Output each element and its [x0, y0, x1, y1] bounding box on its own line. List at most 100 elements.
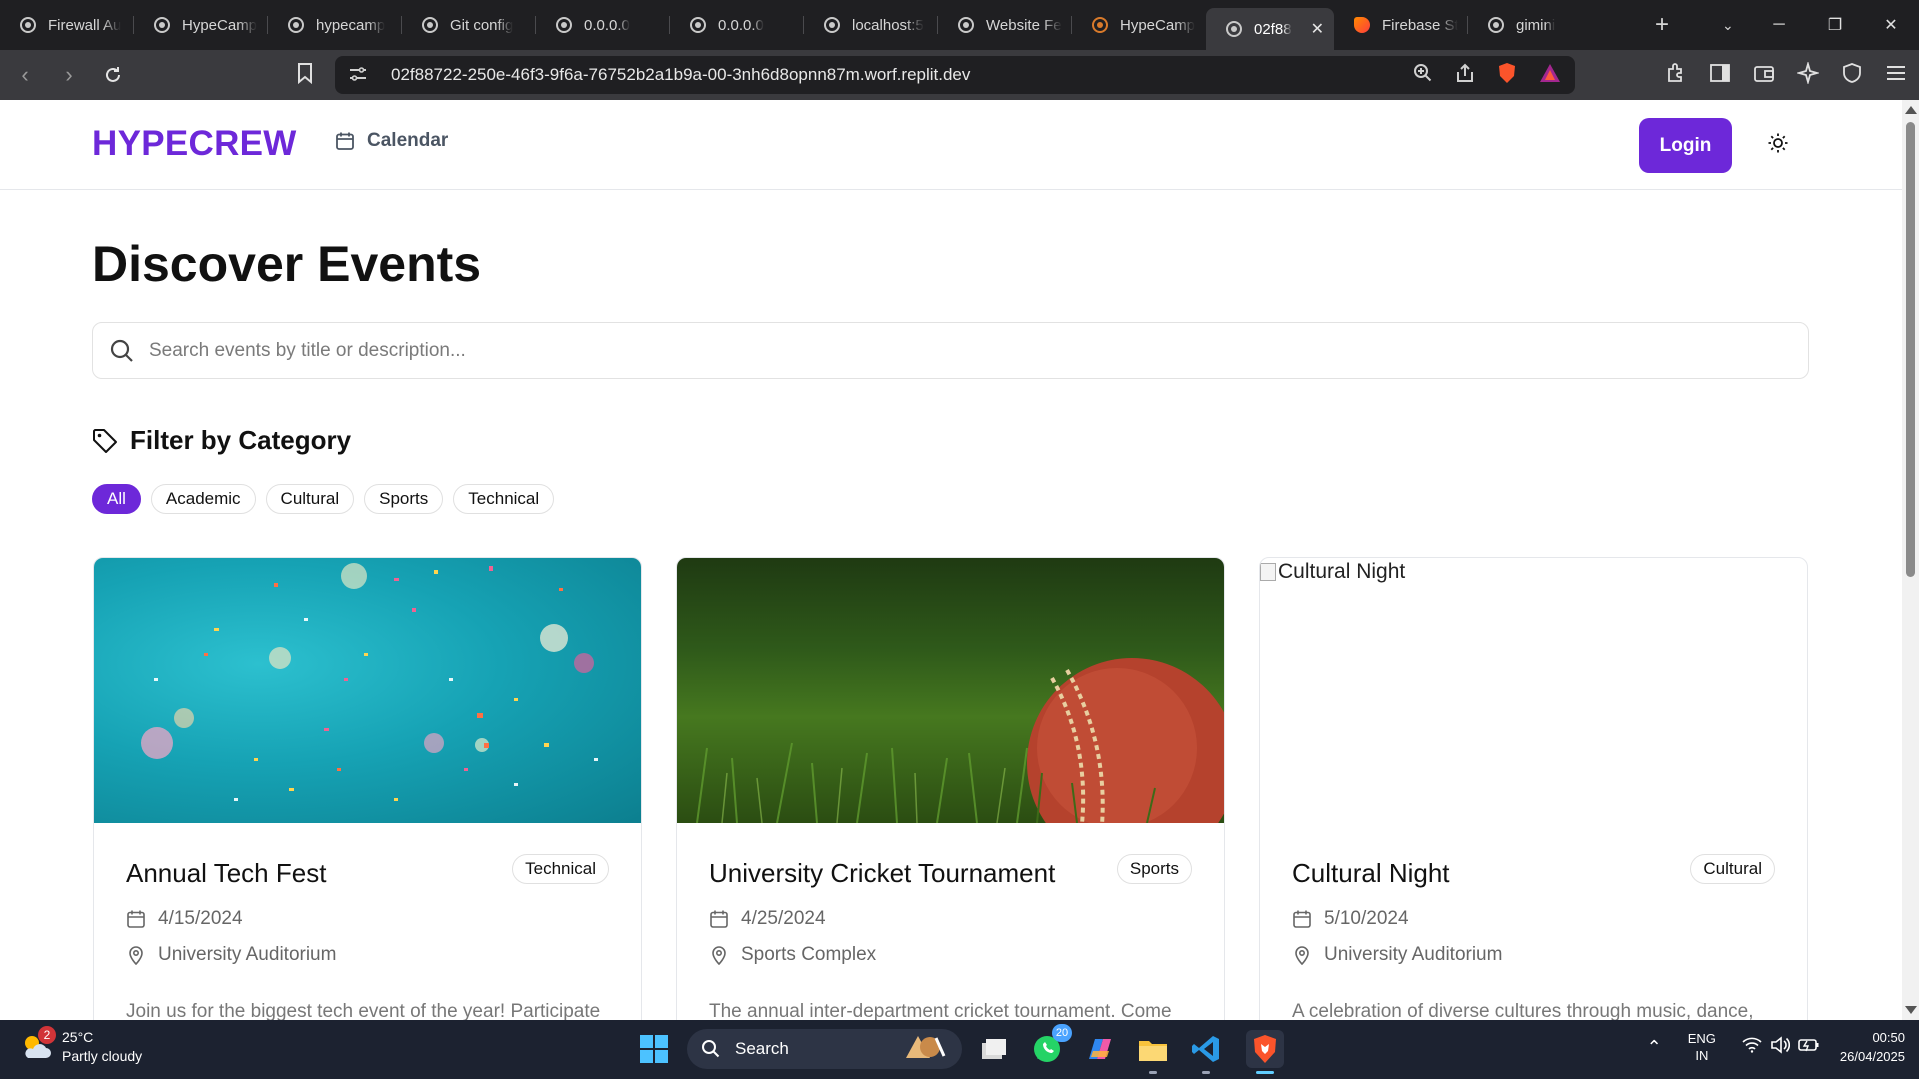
minimize-icon[interactable]: ─ — [1751, 0, 1807, 50]
theme-toggle-sun-icon[interactable] — [1767, 132, 1789, 159]
address-bar[interactable]: 02f88722-250e-46f3-9f6a-76752b2a1b9a-00-… — [335, 56, 1575, 94]
wifi-icon[interactable] — [1742, 1037, 1762, 1058]
vpn-icon[interactable] — [1841, 62, 1863, 89]
system-tray: ⌃ ENG IN 00:50 26/04/2025 — [1647, 1028, 1905, 1066]
window-controls: ─ ❐ ✕ — [1751, 0, 1919, 50]
clock-date: 26/04/2025 — [1839, 1049, 1905, 1064]
calendar-icon — [127, 910, 145, 928]
map-pin-icon — [1295, 946, 1309, 965]
menu-icon[interactable] — [1885, 62, 1907, 89]
browser-tab[interactable]: Firebase St — [1334, 0, 1468, 50]
brave-browser-icon[interactable] — [1246, 1030, 1284, 1074]
weather-widget[interactable]: 2 25°C Partly cloudy — [20, 1026, 143, 1066]
browser-tab[interactable]: HypeCamp — [1072, 0, 1206, 50]
taskbar-search-label: Search — [735, 1039, 789, 1058]
event-description: The annual inter-department cricket tour… — [709, 1001, 1172, 1020]
browser-tab[interactable]: Git config — [402, 0, 536, 50]
wallet-icon[interactable] — [1753, 62, 1775, 89]
browser-tab[interactable]: 0.0.0.0 — [670, 0, 804, 50]
close-tab-icon[interactable]: ✕ — [1311, 19, 1324, 39]
event-card[interactable]: Cultural Night Cultural Night Cultural 5… — [1259, 557, 1808, 1020]
event-date-text: 4/25/2024 — [741, 908, 826, 929]
browser-tab[interactable]: Firewall Au — [0, 0, 134, 50]
vscode-icon[interactable] — [1187, 1030, 1225, 1074]
browser-tab[interactable]: Website Fe — [938, 0, 1072, 50]
event-search-input[interactable] — [149, 339, 1749, 362]
replit-icon — [1092, 17, 1108, 33]
category-chip-technical[interactable]: Technical — [453, 484, 555, 514]
event-description: A celebration of diverse cultures throug… — [1292, 1001, 1754, 1020]
browser-tab[interactable]: hypecamp — [268, 0, 402, 50]
reload-icon[interactable] — [94, 56, 132, 94]
event-image-broken: Cultural Night — [1260, 558, 1807, 823]
language-indicator[interactable]: ENG IN — [1688, 1030, 1716, 1064]
close-window-icon[interactable]: ✕ — [1863, 0, 1919, 50]
event-category-badge: Cultural — [1690, 854, 1775, 884]
event-date-text: 5/10/2024 — [1324, 908, 1409, 929]
extensions-icon[interactable] — [1665, 62, 1687, 89]
battery-icon[interactable] — [1798, 1037, 1820, 1058]
windows-start-icon[interactable] — [640, 1035, 668, 1068]
category-chip-cultural[interactable]: Cultural — [265, 484, 355, 514]
nav-calendar-link[interactable]: Calendar — [335, 130, 448, 152]
copilot-icon[interactable] — [1081, 1030, 1119, 1068]
search-icon — [702, 1040, 720, 1058]
sidebar-icon[interactable] — [1709, 62, 1731, 89]
toolbar-icons — [1665, 60, 1907, 89]
browser-tab[interactable]: 0.0.0.0 — [536, 0, 670, 50]
scroll-down-icon[interactable] — [1905, 1006, 1917, 1014]
site-settings-icon[interactable] — [349, 66, 371, 85]
weather-badge: 2 — [38, 1026, 56, 1044]
forward-icon[interactable]: › — [50, 56, 88, 94]
globe-icon — [20, 17, 36, 33]
brave-rewards-icon[interactable] — [1539, 63, 1561, 88]
nav-calendar-label: Calendar — [367, 130, 449, 151]
browser-tab[interactable]: HypeCamp — [134, 0, 268, 50]
event-title: Annual Tech Fest — [126, 858, 327, 888]
task-view-icon[interactable] — [975, 1030, 1013, 1068]
leo-ai-icon[interactable] — [1795, 60, 1821, 89]
volume-icon[interactable] — [1770, 1035, 1790, 1059]
event-title: University Cricket Tournament — [709, 858, 1056, 888]
chevron-down-icon[interactable]: ⌄ — [1722, 17, 1734, 34]
browser-tab[interactable]: localhost:5 — [804, 0, 938, 50]
brave-shields-icon[interactable] — [1497, 62, 1517, 89]
web-page: HYPECREW Calendar Login Discover Events … — [0, 100, 1902, 1020]
taskbar-search[interactable]: Search — [687, 1029, 962, 1069]
zoom-icon[interactable] — [1413, 63, 1433, 88]
event-date-text: 4/15/2024 — [158, 908, 243, 929]
globe-icon — [824, 17, 840, 33]
browser-tab[interactable]: gimini — [1468, 0, 1602, 50]
scrollbar-thumb[interactable] — [1906, 122, 1915, 577]
category-chip-all[interactable]: All — [92, 484, 141, 514]
file-explorer-icon[interactable] — [1134, 1030, 1172, 1074]
event-title: Cultural Night — [1292, 858, 1450, 888]
new-tab-icon[interactable]: + — [1642, 11, 1682, 39]
site-logo[interactable]: HYPECREW — [92, 124, 297, 164]
page-scrollbar[interactable] — [1902, 100, 1919, 1020]
browser-tab-active[interactable]: 02f88 ✕ — [1206, 8, 1334, 50]
event-image-confetti — [94, 558, 641, 823]
chatgpt-icon — [958, 17, 974, 33]
chevron-up-icon[interactable]: ⌃ — [1647, 1037, 1662, 1058]
globe-icon — [1488, 17, 1504, 33]
bookmark-icon[interactable] — [296, 62, 314, 89]
login-button[interactable]: Login — [1639, 118, 1732, 173]
restore-icon[interactable]: ❐ — [1807, 0, 1863, 50]
event-search-box[interactable] — [92, 322, 1809, 379]
event-card[interactable]: University Cricket Tournament Sports 4/2… — [676, 557, 1225, 1020]
whatsapp-icon[interactable]: 20 — [1028, 1024, 1072, 1068]
back-icon[interactable]: ‹ — [6, 56, 44, 94]
category-chip-academic[interactable]: Academic — [150, 484, 256, 514]
chatgpt-icon — [422, 17, 438, 33]
event-date: 4/15/2024 — [126, 908, 243, 930]
event-card[interactable]: Annual Tech Fest Technical 4/15/2024 Uni… — [93, 557, 642, 1020]
scroll-up-icon[interactable] — [1905, 106, 1917, 114]
share-icon[interactable] — [1455, 63, 1475, 88]
weather-desc: Partly cloudy — [62, 1048, 143, 1064]
calendar-icon — [1293, 910, 1311, 928]
event-location-text: Sports Complex — [741, 944, 877, 965]
search-highlight-icon — [900, 1032, 948, 1067]
clock[interactable]: 00:50 26/04/2025 — [1840, 1028, 1905, 1066]
category-chip-sports[interactable]: Sports — [364, 484, 444, 514]
